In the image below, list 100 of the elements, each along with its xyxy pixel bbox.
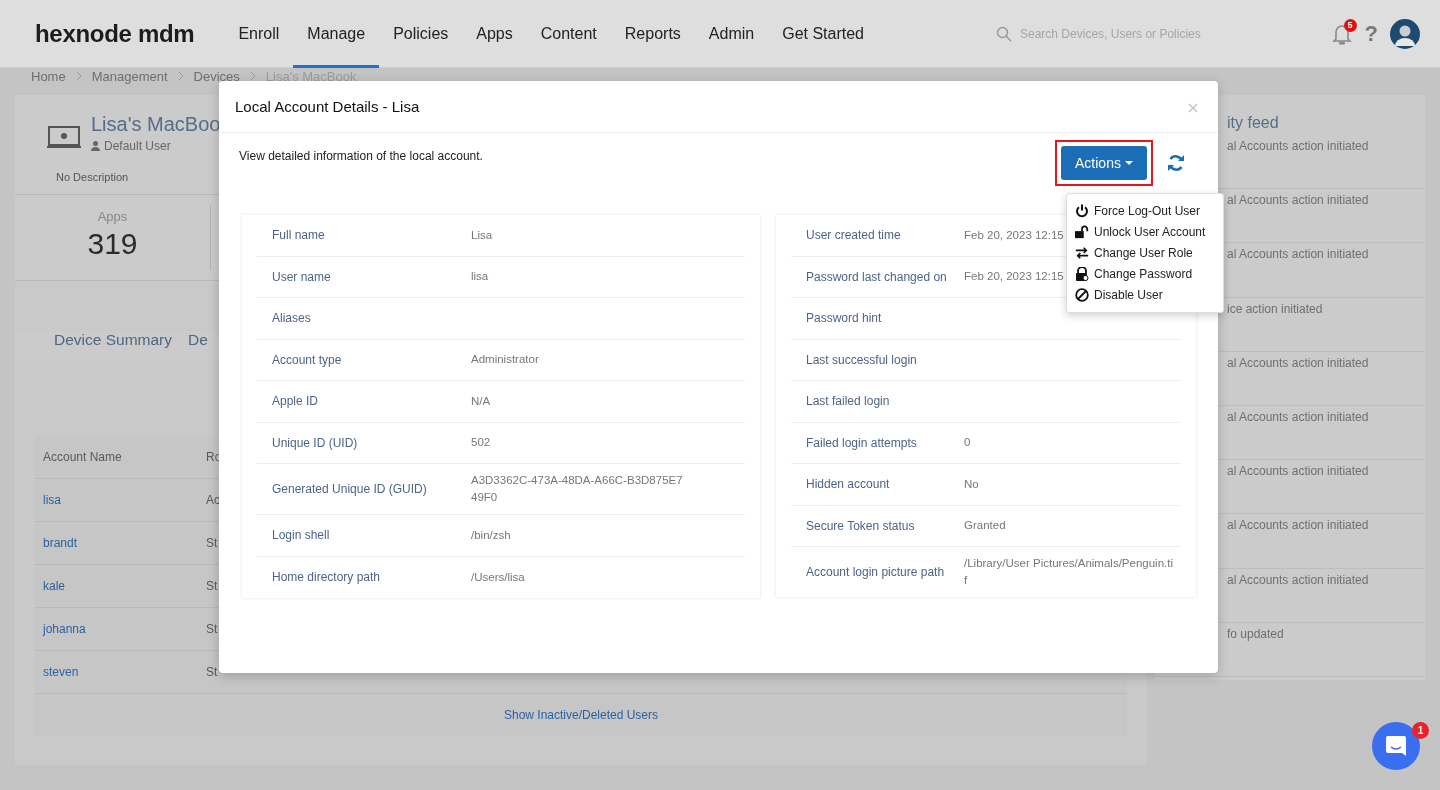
detail-label: Account login picture path [806,565,946,579]
feed-entry: al Accounts action initiated [1227,355,1369,370]
dialog-description: View detailed information of the local account. [239,149,483,163]
menu-item[interactable]: Force Log-Out User [1075,200,1215,222]
menu-item[interactable]: Disable User [1075,284,1215,306]
feed-entry: ice action initiated [1227,301,1323,316]
detail-value: Lisa [471,227,493,243]
nav-tab[interactable]: Content [526,0,611,68]
chat-button[interactable] [1372,722,1420,770]
nav-tab[interactable]: Manage [293,0,380,68]
device-name: Lisa's MacBoo [91,113,221,136]
table-cell: St [206,622,218,636]
detail-value: A3D3362C-473A-48DA-A66C-B3D875E749F0 [471,473,683,505]
nav-tab[interactable]: Policies [379,0,463,68]
power-icon [1075,203,1089,218]
detail-value: 502 [471,435,491,451]
feed-entry: al Accounts action initiated [1227,518,1369,533]
avatar[interactable] [1390,18,1420,49]
nav-tab[interactable]: Get Started [768,0,878,68]
detail-label: Password hint [806,311,883,326]
device-description: No Description [56,171,129,183]
table-cell: St [206,579,218,593]
nav-tab[interactable]: Admin [694,0,769,68]
detail-label: Last successful login [806,352,918,367]
account-link[interactable]: brandt [43,536,78,550]
close-icon [1188,103,1198,113]
account-link[interactable]: kale [43,579,65,593]
device-user: Default User [104,139,171,153]
detail-label: Secure Token status [806,518,916,533]
device-tab[interactable]: De [188,331,208,361]
detail-label: Login shell [272,528,331,543]
stat-value: 319 [87,227,138,261]
detail-value: /Users/lisa [471,569,525,585]
unlocked-padlock-icon [1075,224,1089,239]
table-cell: St [206,536,218,550]
feed-entry: al Accounts action initiated [1227,409,1369,424]
chevron-icon [249,71,256,81]
table-cell: Ac [206,493,220,507]
padlock-gear-icon [1075,267,1089,282]
detail-label: Home directory path [272,570,382,585]
detail-label: Full name [272,228,326,243]
chat-bubble-icon [1385,735,1407,757]
feed-entry: al Accounts action initiated [1227,139,1369,153]
chevron-icon [177,71,184,81]
feed-entry: al Accounts action initiated [1227,464,1369,479]
laptop-icon [47,125,81,149]
chat-badge: 1 [1412,722,1429,739]
detail-value: Granted [964,518,1006,534]
detail-label: Apple ID [272,394,320,409]
detail-label: Unique ID (UID) [272,435,359,450]
detail-value: Feb 20, 2023 12:15 [964,227,1064,243]
detail-label: Aliases [272,311,312,326]
account-link[interactable]: johanna [43,622,86,636]
nav-tab[interactable]: Apps [462,0,527,68]
detail-label: Generated Unique ID (GUID) [272,482,428,496]
account-link[interactable]: steven [43,665,79,679]
account-link[interactable]: lisa [43,493,61,507]
detail-label: User name [272,269,332,284]
menu-item[interactable]: Unlock User Account [1075,221,1215,243]
feed-entry: fo updated [1227,626,1284,641]
prohibited-icon [1075,288,1089,303]
device-tab[interactable]: Device Summary [54,331,172,361]
logo[interactable]: hexnode mdm [35,19,195,48]
nav-tab[interactable]: Enroll [224,0,294,68]
detail-value: No [964,476,979,492]
column-header: Account Name [42,450,123,464]
detail-value: lisa [471,269,489,285]
breadcrumb-link[interactable]: Management [91,68,168,84]
help-button[interactable]: ? [1364,20,1378,47]
detail-value: Feb 20, 2023 12:15 [964,269,1064,285]
detail-label: User created time [806,228,902,243]
actions-button[interactable]: Actions [1061,146,1147,180]
notification-badge: 5 [1343,18,1357,32]
search-icon [996,25,1012,42]
stat-label: Apps [97,209,128,224]
feed-entry: al Accounts action initiated [1227,572,1369,587]
breadcrumb-link[interactable]: Home [31,68,66,84]
swap-arrows-icon [1075,245,1089,260]
nav-tab[interactable]: Reports [610,0,695,68]
detail-label: Hidden account [806,477,891,492]
table-cell: St [206,665,218,679]
detail-label: Account type [272,352,343,367]
detail-value: /Library/User Pictures/Animals/Penguin.tif [964,556,1174,588]
detail-label: Password last changed on [806,269,948,284]
feed-title: ity feed [1227,114,1279,131]
detail-label: Failed login attempts [806,435,918,450]
feed-entry: al Accounts action initiated [1227,193,1369,208]
detail-value: Administrator [471,352,539,368]
feed-entry: al Accounts action initiated [1227,247,1369,262]
menu-item[interactable]: Change Password [1075,263,1215,285]
detail-value: /bin/zsh [471,527,511,543]
caret-icon [1124,161,1133,165]
detail-value: N/A [471,393,491,409]
chevron-icon [75,71,82,81]
menu-item[interactable]: Change User Role [1075,242,1215,264]
breadcrumb-link[interactable]: Devices [193,68,240,84]
refresh-icon[interactable] [1167,154,1185,172]
person-icon [91,141,100,151]
detail-value: 0 [964,435,971,451]
detail-label: Last failed login [806,394,891,409]
